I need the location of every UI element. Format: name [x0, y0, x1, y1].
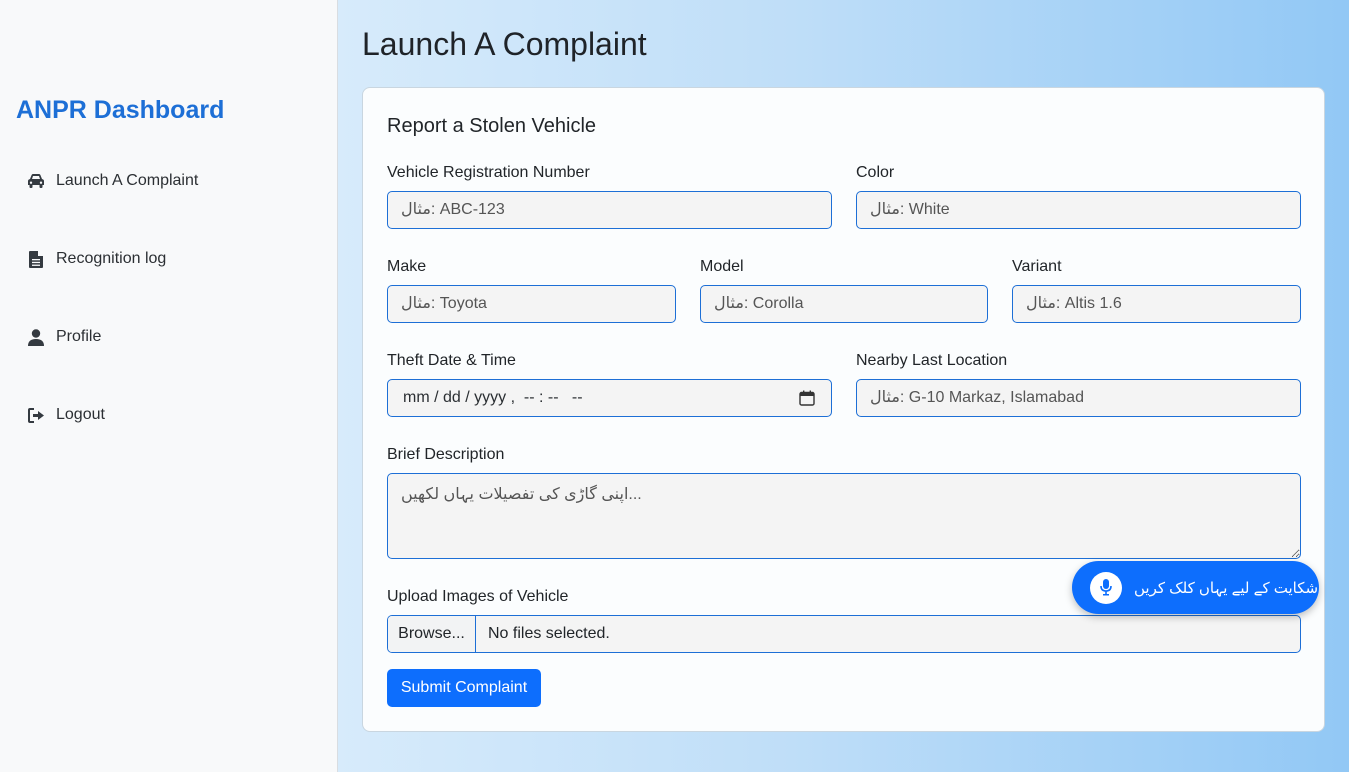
make-input[interactable] [387, 285, 676, 323]
description-label: Brief Description [387, 446, 505, 463]
voice-complaint-button[interactable]: شکایت کے لیے یہاں کلک کریں [1072, 561, 1319, 614]
user-icon [26, 327, 46, 347]
model-label: Model [700, 258, 744, 275]
car-icon [26, 171, 46, 191]
browse-button[interactable]: Browse... [388, 616, 476, 652]
model-input[interactable] [700, 285, 988, 323]
submit-complaint-button[interactable]: Submit Complaint [387, 669, 541, 707]
voice-button-label: شکایت کے لیے یہاں کلک کریں [1134, 579, 1319, 597]
microphone-icon [1090, 571, 1122, 604]
variant-label: Variant [1012, 258, 1062, 275]
sidebar: ANPR Dashboard Launch A Complaint Recogn… [0, 0, 338, 772]
calendar-icon[interactable] [799, 390, 815, 411]
file-status: No files selected. [488, 625, 610, 642]
sidebar-item-label: Profile [56, 328, 102, 345]
registration-input[interactable] [387, 191, 832, 229]
location-input[interactable] [856, 379, 1301, 417]
datetime-value: mm / dd / yyyy , -- : -- -- [403, 389, 583, 406]
sidebar-item-launch-complaint[interactable]: Launch A Complaint [26, 169, 198, 193]
color-input[interactable] [856, 191, 1301, 229]
location-label: Nearby Last Location [856, 352, 1008, 369]
sidebar-item-label: Recognition log [56, 250, 167, 267]
theft-datetime-input[interactable]: mm / dd / yyyy , -- : -- -- [387, 379, 832, 417]
logout-icon [26, 405, 46, 425]
file-upload-input[interactable]: Browse... No files selected. [387, 615, 1301, 653]
sidebar-item-label: Launch A Complaint [56, 172, 199, 189]
complaint-form-card: Report a Stolen Vehicle Vehicle Registra… [362, 87, 1325, 732]
page-title: Launch A Complaint [362, 26, 647, 62]
make-label: Make [387, 258, 427, 275]
sidebar-item-label: Logout [56, 406, 105, 423]
registration-label: Vehicle Registration Number [387, 164, 590, 181]
upload-label: Upload Images of Vehicle [387, 588, 569, 605]
brand-title: ANPR Dashboard [16, 96, 225, 124]
sidebar-item-profile[interactable]: Profile [26, 325, 101, 349]
theft-datetime-label: Theft Date & Time [387, 352, 516, 369]
form-title: Report a Stolen Vehicle [387, 115, 597, 137]
variant-input[interactable] [1012, 285, 1301, 323]
sidebar-item-recognition-log[interactable]: Recognition log [26, 247, 166, 271]
color-label: Color [856, 164, 895, 181]
main-content: Launch A Complaint Report a Stolen Vehic… [338, 0, 1349, 772]
sidebar-item-logout[interactable]: Logout [26, 403, 105, 427]
file-icon [26, 249, 46, 269]
description-textarea[interactable] [387, 473, 1301, 559]
